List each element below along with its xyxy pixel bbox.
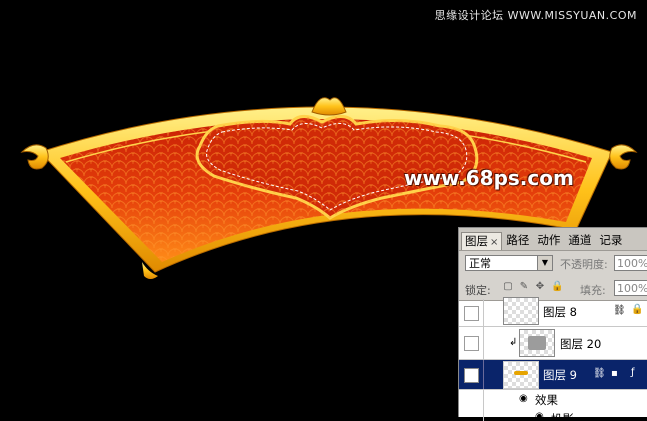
layer-thumbnail	[503, 361, 539, 389]
visibility-toggle[interactable]	[464, 306, 479, 321]
lock-transparency-icon[interactable]: ▢	[503, 281, 513, 293]
blend-mode-select[interactable]: 正常 ▼	[465, 255, 553, 271]
fill-label: 填充:	[580, 284, 606, 297]
lock-brush-icon[interactable]: ✎	[519, 281, 529, 293]
clip-arrow-icon: ↲	[509, 337, 518, 348]
layer-thumbnail	[519, 329, 555, 357]
opacity-label: 不透明度:	[560, 258, 608, 271]
effects-label: 效果	[535, 393, 558, 407]
link-icon: ⛓	[593, 368, 606, 379]
lock-label: 锁定:	[465, 284, 491, 297]
layer-row[interactable]: ↲ 图层 20	[459, 327, 647, 360]
eye-icon[interactable]: ◉	[535, 411, 544, 421]
tab-layers[interactable]: 图层 ×	[461, 232, 503, 250]
fill-input[interactable]: 100%	[614, 280, 647, 296]
opacity-input[interactable]: 100%	[614, 255, 647, 271]
lock-icon: 🔒	[631, 304, 644, 315]
layer-thumbnail	[503, 297, 539, 325]
fx-icon: ƒ	[631, 367, 635, 378]
lock-move-icon[interactable]: ✥	[535, 281, 545, 293]
layers-panel: 图层 × 路径 动作 通道 记录 正常 ▼ 不透明度: 100% 锁定: ▢ ✎ …	[458, 227, 647, 421]
forum-watermark: 思缘设计论坛 WWW.MISSYUAN.COM	[434, 9, 637, 22]
tab-history[interactable]: 记录	[595, 231, 626, 250]
layer-name: 图层 8	[543, 305, 577, 319]
layer-name: 图层 9	[543, 368, 577, 382]
visibility-toggle[interactable]	[464, 368, 479, 383]
lock-all-icon[interactable]: 🔒	[551, 281, 563, 293]
effect-name: 投影	[551, 412, 574, 421]
left-corner-ornament	[20, 144, 49, 170]
tab-paths[interactable]: 路径	[502, 231, 533, 250]
panel-tabs: 图层 × 路径 动作 通道 记录	[459, 228, 647, 251]
layers-list: 图层 8 ⛓ 🔒 ↲ 图层 20 图层 9 ⛓ ▪ ƒ ◉ 效果 ◉ 投影	[459, 297, 647, 421]
site-watermark: www.68ps.com	[404, 166, 574, 190]
link-icon: ⛓	[613, 305, 626, 316]
layer-row[interactable]: 图层 8 ⛓ 🔒	[459, 297, 647, 327]
mask-icon: ▪	[611, 368, 618, 379]
layer-row-selected[interactable]: 图层 9 ⛓ ▪ ƒ	[459, 360, 647, 390]
effects-row[interactable]: ◉ 效果	[459, 390, 647, 408]
right-corner-ornament	[609, 144, 638, 170]
effect-item[interactable]: ◉ 投影	[459, 407, 647, 421]
chevron-down-icon[interactable]: ▼	[537, 256, 552, 270]
tab-actions[interactable]: 动作	[533, 231, 564, 250]
layer-name: 图层 20	[560, 337, 602, 351]
visibility-toggle[interactable]	[464, 336, 479, 351]
tab-channels[interactable]: 通道	[564, 231, 595, 250]
eye-icon[interactable]: ◉	[519, 393, 528, 404]
close-icon[interactable]: ×	[490, 237, 498, 248]
